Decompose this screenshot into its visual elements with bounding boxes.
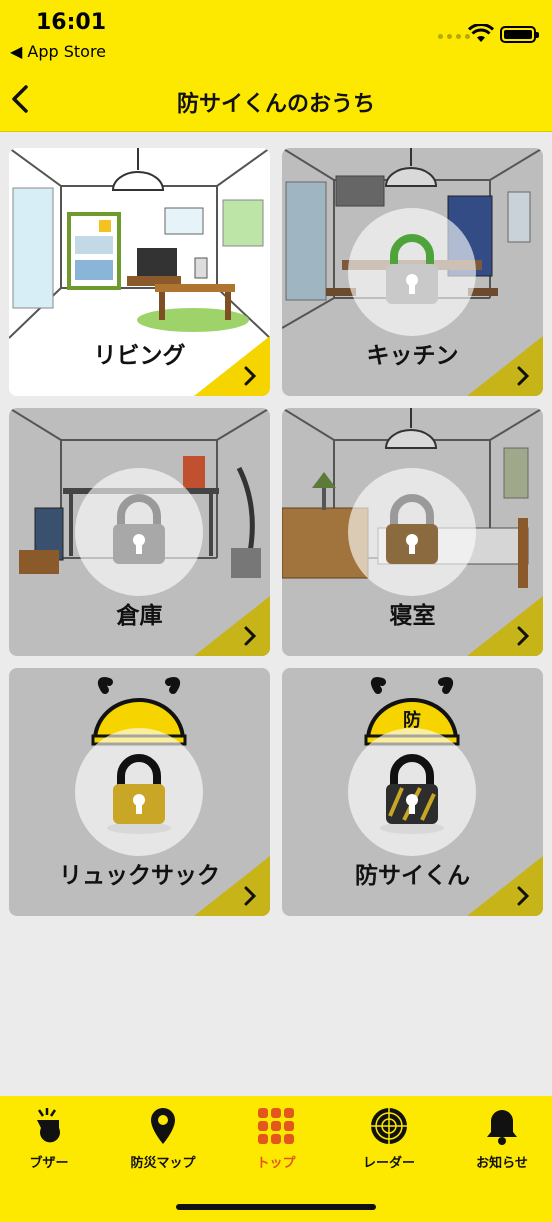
corner-arrow-icon [467,336,543,396]
battery-icon [500,26,539,43]
lock-overlay [75,468,203,596]
padlock-icon [386,494,438,564]
padlock-icon [386,754,438,824]
tab-label: ブザー [29,1156,69,1171]
map-pin-icon [151,1108,175,1144]
bell-icon [487,1110,517,1145]
tab-label: レーダー [362,1156,415,1171]
whistle-icon [37,1108,60,1143]
lock-overlay [348,728,476,856]
room-card-bedroom[interactable]: 寝室 [282,408,543,656]
padlock-icon [386,234,438,304]
app-header: 16:01 ◀ App Store 防サイくんのおうち [0,0,552,132]
room-card-storage[interactable]: 倉庫 [9,408,270,656]
tab-label: 防災マップ [130,1156,196,1171]
lock-overlay [348,208,476,336]
tab-notifications[interactable]: お知らせ [447,1096,552,1176]
tab-buzzer[interactable]: ブザー [0,1096,104,1176]
padlock-icon [113,754,165,824]
tab-disaster-map[interactable]: 防災マップ [108,1096,218,1176]
room-card-bousaikun[interactable]: 防 防サイくん [282,668,543,916]
corner-arrow-icon [467,856,543,916]
home-indicator [176,1204,376,1210]
grid-icon [258,1108,294,1144]
tab-radar[interactable]: レーダー [334,1096,444,1176]
wifi-icon [468,24,494,42]
tab-label: お知らせ [476,1156,528,1171]
corner-arrow-icon [194,856,270,916]
status-time: 16:01 [36,10,107,35]
radar-icon [371,1108,407,1144]
page-title: 防サイくんのおうち [176,92,375,117]
room-card-kitchen[interactable]: キッチン [282,148,543,396]
corner-arrow-icon [194,336,270,396]
back-to-app-store[interactable]: ◀ App Store [10,42,106,61]
lock-overlay [348,468,476,596]
lock-overlay [75,728,203,856]
padlock-icon [113,494,165,564]
room-card-living[interactable]: リビング [9,148,270,396]
corner-arrow-icon [194,596,270,656]
header-divider [0,131,552,132]
signal-icon [438,34,470,39]
room-card-backpack[interactable]: リュックサック [9,668,270,916]
tab-label: トップ [256,1156,296,1171]
corner-arrow-icon [467,596,543,656]
tab-top[interactable]: トップ [221,1096,331,1176]
